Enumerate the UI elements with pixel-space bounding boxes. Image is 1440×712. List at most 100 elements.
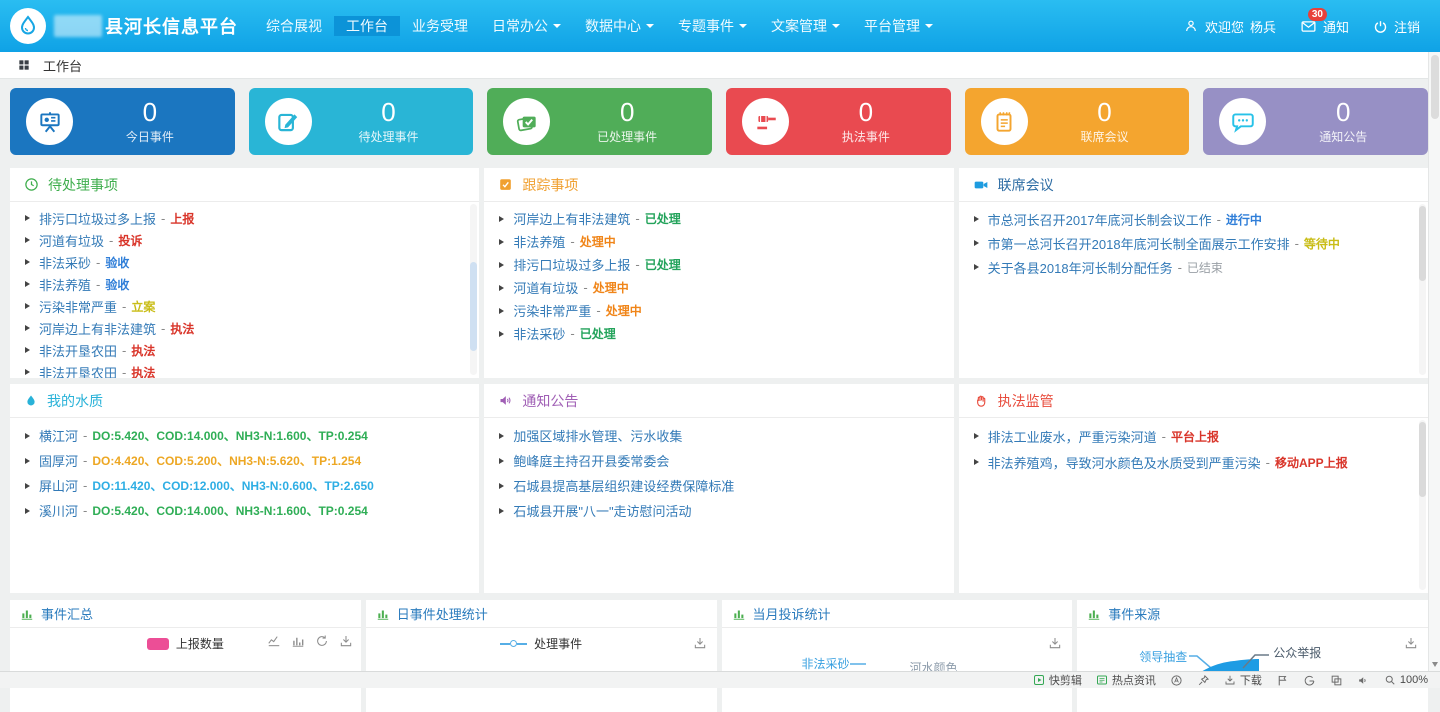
list-item[interactable]: 河岸边上有非法建筑-已处理 [484, 207, 953, 230]
list-item[interactable]: 固厚河-DO:4.420、COD:5.200、NH3-N:5.620、TP:1.… [10, 448, 479, 473]
grid-icon[interactable] [17, 58, 31, 72]
droplet-icon [24, 394, 38, 408]
checkbox-icon [498, 177, 513, 192]
stat-card-joint-meetings[interactable]: 0联席会议 [965, 88, 1190, 155]
stat-label: 执法事件 [789, 128, 943, 145]
quick-edit-button[interactable]: 快剪辑 [1033, 672, 1082, 688]
page-scrollbar[interactable] [1428, 52, 1440, 671]
menu-item-platform-mgmt[interactable]: 平台管理 [852, 16, 945, 36]
menu-item-overview[interactable]: 综合展视 [254, 16, 334, 36]
line-chart-toggle-icon[interactable] [267, 634, 281, 648]
list-item[interactable]: 非法采砂-验收 [10, 251, 479, 273]
panel-scrollbar[interactable] [1419, 420, 1426, 590]
pin-icon[interactable] [1197, 674, 1210, 687]
stat-card-notices[interactable]: 0通知公告 [1203, 88, 1428, 155]
label-connector-line [1241, 650, 1271, 670]
list-item[interactable]: 石城县提高基层组织建设经费保障标准 [484, 473, 953, 498]
stat-card-enforcement-events[interactable]: 0执法事件 [726, 88, 951, 155]
list-item[interactable]: 溪川河-DO:5.420、COD:14.000、NH3-N:1.600、TP:0… [10, 498, 479, 523]
scroll-down-arrow-icon[interactable] [1432, 662, 1438, 667]
list-item[interactable]: 屏山河-DO:11.420、COD:12.000、NH3-N:0.600、TP:… [10, 473, 479, 498]
refresh-icon[interactable] [315, 634, 329, 648]
panel-title: 执法监管 [998, 391, 1054, 411]
download-icon[interactable] [339, 634, 353, 648]
scrollbar-thumb[interactable] [1419, 206, 1426, 281]
zoom-control[interactable]: 100% [1384, 674, 1428, 686]
status-badge: 处理中 [580, 233, 616, 250]
list-item[interactable]: 鲍峰庭主持召开县委常委会 [484, 448, 953, 473]
panel-pending-items: 待处理事项 排污口垃圾过多上报-上报 河道有垃圾-投诉 非法采砂-验收 非法养殖… [10, 168, 479, 378]
menu-item-document-mgmt[interactable]: 文案管理 [759, 16, 852, 36]
panel-body: 河岸边上有非法建筑-已处理 非法养殖-处理中 排污口垃圾过多上报-已处理 河道有… [484, 202, 953, 345]
menu-item-workbench[interactable]: 工作台 [334, 16, 400, 36]
hot-news-button[interactable]: 热点资讯 [1096, 672, 1156, 688]
scrollbar-thumb[interactable] [470, 262, 477, 351]
water-metrics: DO:4.420、COD:5.200、NH3-N:5.620、TP:1.254 [92, 452, 361, 469]
stat-card-today-events[interactable]: 0今日事件 [10, 88, 235, 155]
status-badge: 投诉 [118, 232, 142, 249]
menu-item-data-center[interactable]: 数据中心 [573, 16, 666, 36]
download-manager-button[interactable]: 下载 [1224, 672, 1262, 688]
download-icon[interactable] [1404, 634, 1418, 652]
status-badge: 等待中 [1304, 235, 1340, 252]
list-item[interactable]: 市第一总河长召开2018年底河长制全面展示工作安排-等待中 [959, 231, 1428, 255]
stat-card-processed-events[interactable]: 0已处理事件 [487, 88, 712, 155]
list-item[interactable]: 非法养殖-处理中 [484, 230, 953, 253]
download-icon[interactable] [1048, 634, 1062, 652]
list-item[interactable]: 横江河-DO:5.420、COD:14.000、NH3-N:1.600、TP:0… [10, 423, 479, 448]
list-item[interactable]: 石城县开展"八一"走访慰问活动 [484, 498, 953, 523]
water-metrics: DO:11.420、COD:12.000、NH3-N:0.600、TP:2.65… [92, 477, 373, 494]
list-item[interactable]: 排污口垃圾过多上报-已处理 [484, 253, 953, 276]
logout-button[interactable]: 注销 [1373, 17, 1420, 36]
panel-my-water-quality: 我的水质 横江河-DO:5.420、COD:14.000、NH3-N:1.600… [10, 384, 479, 593]
username: 杨兵 [1250, 17, 1276, 36]
window-icon[interactable] [1330, 674, 1343, 687]
menu-item-special-events[interactable]: 专题事件 [666, 16, 759, 36]
flag-icon[interactable] [1276, 674, 1289, 687]
download-icon[interactable] [693, 634, 707, 652]
list-item[interactable]: 非法采砂-已处理 [484, 322, 953, 345]
logout-label: 注销 [1394, 17, 1420, 36]
caret-right-icon [25, 347, 30, 353]
panel-body: 排污口垃圾过多上报-上报 河道有垃圾-投诉 非法采砂-验收 非法养殖-验收 污染… [10, 202, 479, 378]
scrollbar-thumb[interactable] [1431, 55, 1439, 119]
status-badge: 验收 [105, 276, 129, 293]
list-item[interactable]: 河道有垃圾-处理中 [484, 276, 953, 299]
list-item[interactable]: 非法养殖-验收 [10, 273, 479, 295]
notice-count-badge: 30 [1308, 8, 1327, 21]
list-item[interactable]: 排法工业废水，严重污染河道-平台上报 [959, 423, 1428, 449]
list-item[interactable]: 关于各县2018年河长制分配任务-已结束 [959, 255, 1428, 279]
list-item[interactable]: 非法开垦农田-执法 [10, 339, 479, 361]
list-item[interactable]: 加强区域排水管理、污水收集 [484, 423, 953, 448]
user-menu[interactable]: 欢迎您 杨兵 [1183, 17, 1276, 36]
circle-tool-icon[interactable] [1170, 674, 1183, 687]
caret-right-icon [499, 331, 504, 337]
chart-legend[interactable]: 处理事件 [366, 635, 717, 652]
list-item[interactable]: 排污口垃圾过多上报-上报 [10, 207, 479, 229]
list-item[interactable]: 市总河长召开2017年底河长制会议工作-进行中 [959, 207, 1428, 231]
menu-item-daily-office[interactable]: 日常办公 [480, 16, 573, 36]
menu-item-business[interactable]: 业务受理 [400, 16, 480, 36]
welcome-label: 欢迎您 [1205, 17, 1244, 36]
chevron-down-icon [832, 24, 840, 28]
list-item[interactable]: 非法养殖鸡，导致河水颜色及水质受到严重污染-移动APP上报 [959, 449, 1428, 475]
list-item[interactable]: 非法开垦农田-执法 [10, 361, 479, 378]
panel-scrollbar[interactable] [470, 204, 477, 375]
memo-icon [981, 98, 1028, 145]
chart-header: 当月投诉统计 [722, 600, 1073, 628]
chart-event-source: 事件来源 领导抽查 公众举报 [1077, 600, 1428, 712]
chart-event-summary: 事件汇总 上报数量 [10, 600, 361, 712]
panel-scrollbar[interactable] [1419, 204, 1426, 375]
sound-icon[interactable] [1357, 674, 1370, 687]
bar-chart-toggle-icon[interactable] [291, 634, 305, 648]
list-item[interactable]: 河道有垃圾-投诉 [10, 229, 479, 251]
list-item[interactable]: 河岸边上有非法建筑-执法 [10, 317, 479, 339]
scrollbar-thumb[interactable] [1419, 422, 1426, 497]
swirl-icon[interactable] [1303, 674, 1316, 687]
stat-card-pending-events[interactable]: 0待处理事件 [249, 88, 474, 155]
clock-icon [24, 177, 39, 192]
chart-body: 上报数量 [10, 628, 361, 712]
list-item[interactable]: 污染非常严重-立案 [10, 295, 479, 317]
notice-button[interactable]: 30 通知 [1300, 17, 1349, 36]
list-item[interactable]: 污染非常严重-处理中 [484, 299, 953, 322]
